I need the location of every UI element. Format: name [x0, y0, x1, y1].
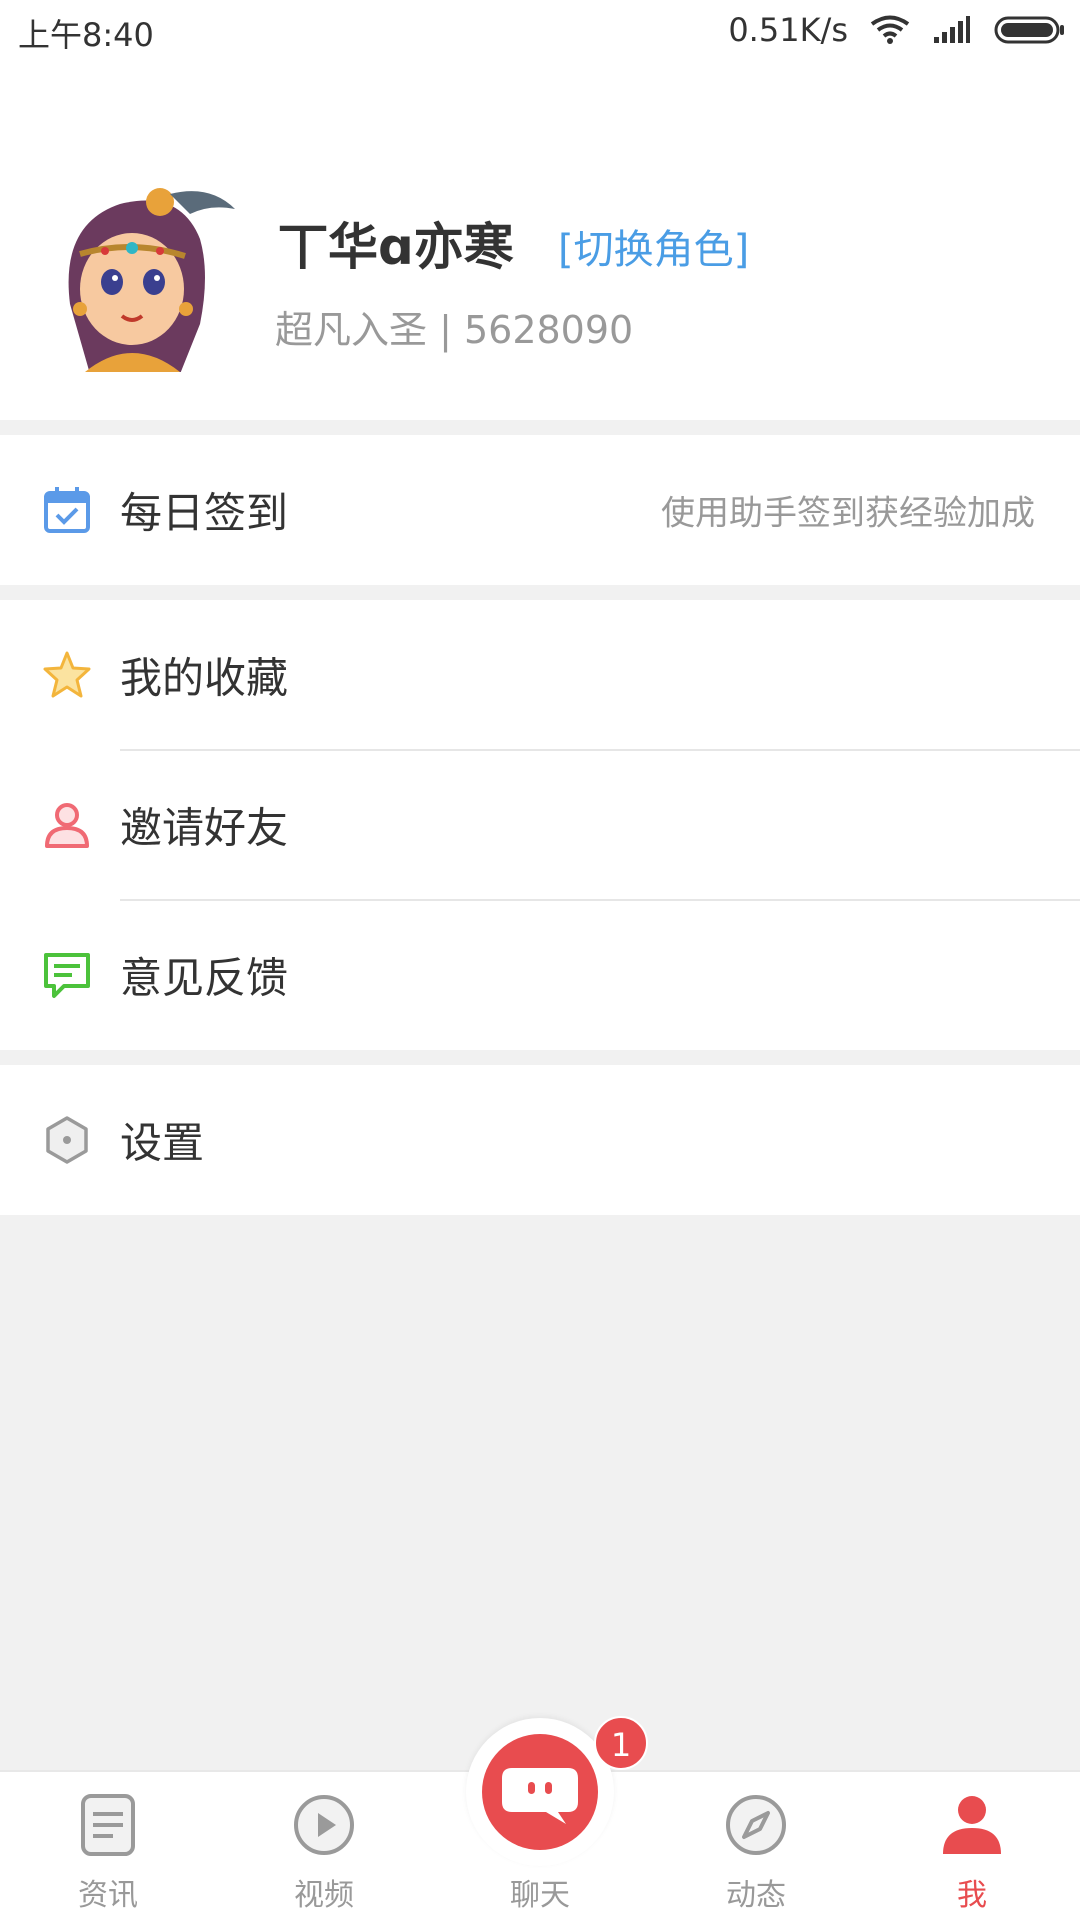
- status-time: 上午8:40: [18, 16, 154, 54]
- tab-label: 我: [957, 1878, 987, 1913]
- feedback-label: 意见反馈: [120, 953, 289, 1003]
- status-bar: 上午8:40 0.51K/s: [0, 0, 1080, 62]
- status-icons: 0.51K/s: [728, 10, 1066, 50]
- tab-label: 动态: [726, 1878, 786, 1913]
- tab-me[interactable]: 我: [864, 1772, 1080, 1920]
- person-icon: [943, 1796, 1001, 1854]
- menu-item-feedback[interactable]: 意见反馈: [0, 900, 1080, 1050]
- calendar-check-icon: [44, 487, 90, 533]
- menu-group: 我的收藏 邀请好友 意见反馈: [0, 600, 1080, 1050]
- menu-item-checkin[interactable]: 每日签到 使用助手签到获经验加成: [0, 435, 1080, 585]
- person-icon: [45, 803, 89, 848]
- settings-section: 设置: [0, 1065, 1080, 1215]
- star-icon: [43, 651, 91, 698]
- document-icon: [81, 1794, 135, 1856]
- switch-role-link[interactable]: [切换角色]: [558, 217, 749, 275]
- menu-item-settings[interactable]: 设置: [0, 1065, 1080, 1215]
- tab-feed[interactable]: 动态: [648, 1772, 864, 1920]
- settings-label: 设置: [120, 1118, 205, 1168]
- checkin-section: 每日签到 使用助手签到获经验加成: [0, 435, 1080, 585]
- level-info: 超凡入圣 | 5628090: [275, 308, 634, 352]
- checkin-label: 每日签到: [120, 488, 289, 538]
- net-speed: 0.51K/s: [728, 11, 848, 49]
- compass-icon: [726, 1795, 786, 1855]
- hexagon-settings-icon: [46, 1116, 88, 1164]
- signal-icon: [934, 16, 970, 43]
- checkin-hint: 使用助手签到获经验加成: [661, 493, 1035, 534]
- tab-video[interactable]: 视频: [216, 1772, 432, 1920]
- tab-news[interactable]: 资讯: [0, 1772, 216, 1920]
- tab-label: 视频: [294, 1878, 354, 1913]
- battery-icon: [994, 16, 1064, 44]
- favorites-label: 我的收藏: [120, 653, 289, 703]
- message-icon: [44, 953, 90, 998]
- play-icon: [294, 1795, 354, 1855]
- tab-chat[interactable]: [466, 1718, 614, 1866]
- wifi-icon: [870, 15, 910, 44]
- profile-header: 丅华ɑ亦寒 [切换角色] 超凡入圣 | 5628090: [0, 62, 1080, 420]
- username: 丅华ɑ亦寒: [278, 218, 514, 276]
- character-avatar[interactable]: [50, 184, 238, 372]
- menu-item-favorites[interactable]: 我的收藏: [0, 600, 1080, 750]
- invite-label: 邀请好友: [120, 803, 289, 853]
- tab-label: 资讯: [78, 1878, 138, 1913]
- menu-item-invite[interactable]: 邀请好友: [0, 750, 1080, 900]
- chat-icon: [482, 1734, 598, 1850]
- tab-chat-label: 聊天: [510, 1878, 570, 1913]
- chat-unread-badge: 1: [594, 1716, 648, 1770]
